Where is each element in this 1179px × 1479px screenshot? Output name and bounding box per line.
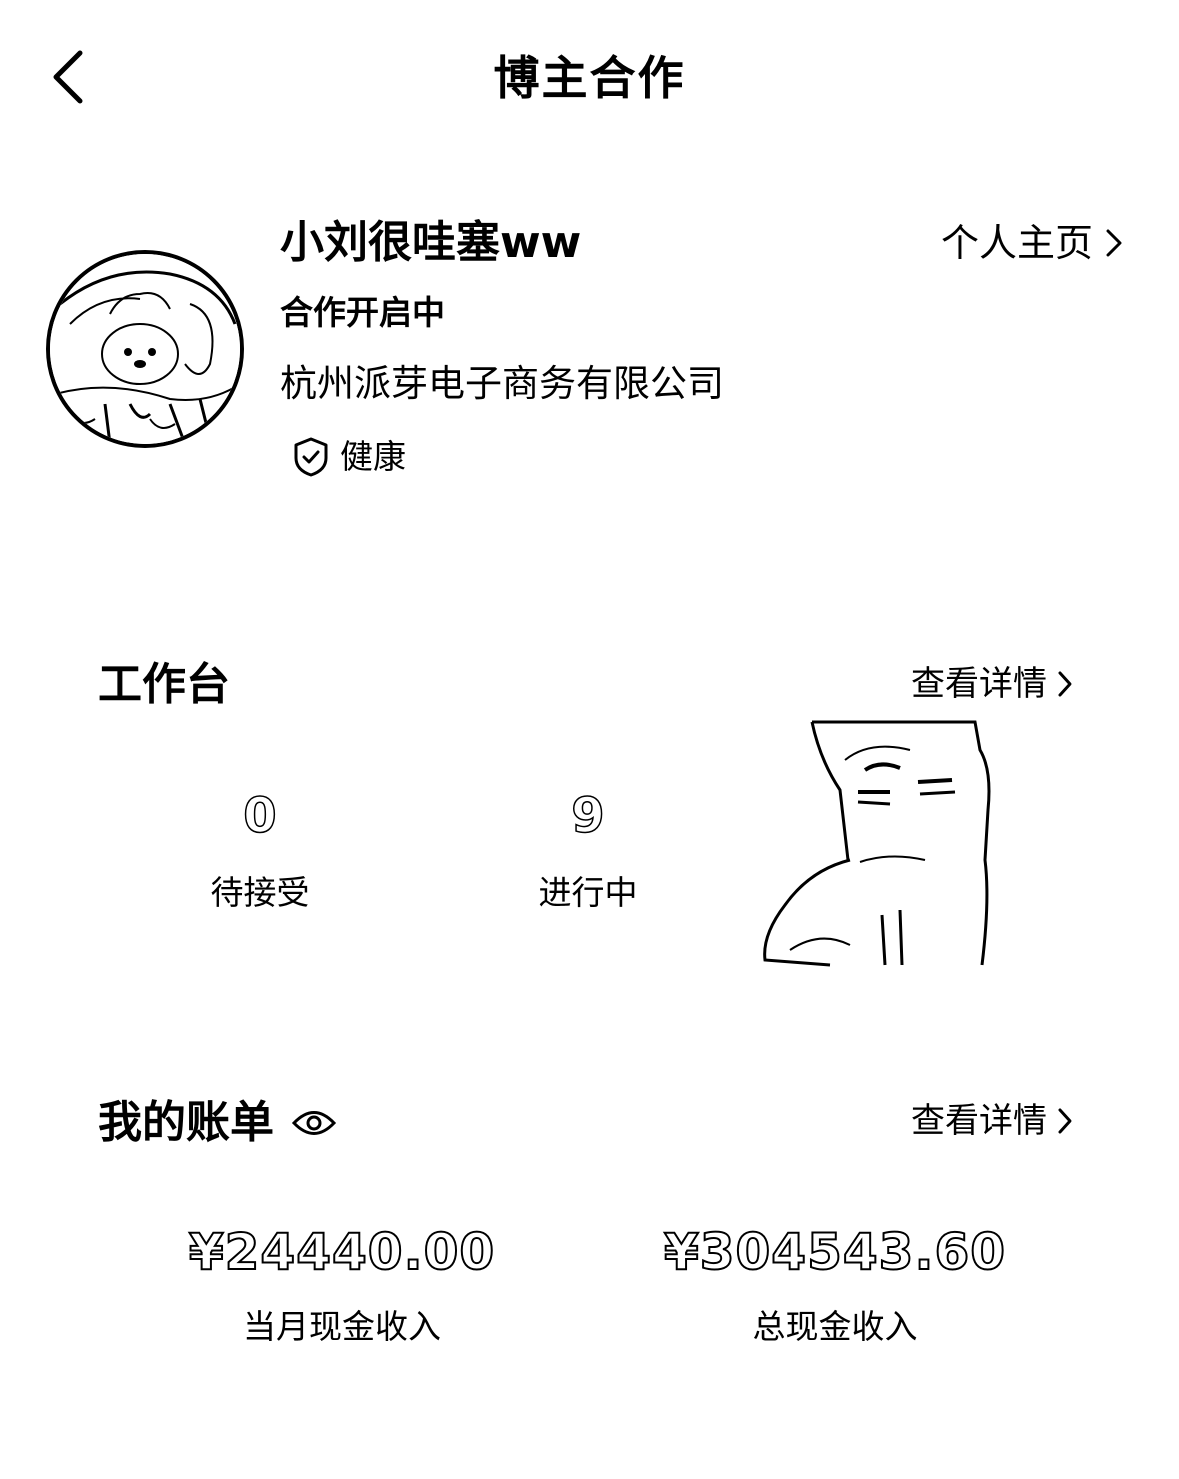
- avatar[interactable]: [46, 250, 244, 448]
- total-income[interactable]: ¥304543.60 总现金收入: [620, 1222, 1050, 1348]
- stat-pending[interactable]: 0 待接受: [160, 787, 360, 914]
- username: 小刘很哇塞ww: [280, 217, 582, 268]
- monthly-income[interactable]: ¥24440.00 当月现金收入: [142, 1222, 542, 1348]
- bills-title: 我的账单: [98, 1097, 274, 1148]
- company-name: 杭州派芽电子商务有限公司: [280, 362, 724, 405]
- shield-check-icon: [294, 437, 328, 477]
- chevron-right-icon: [1058, 1108, 1072, 1134]
- workbench-detail-link[interactable]: 查看详情: [911, 662, 1073, 706]
- stat-in-progress[interactable]: 9 进行中: [488, 787, 688, 914]
- workbench-detail-label: 查看详情: [911, 664, 1047, 704]
- bills-detail-label: 查看详情: [911, 1101, 1047, 1141]
- homepage-link[interactable]: 个人主页: [941, 218, 1123, 268]
- coop-status: 合作开启中: [280, 293, 445, 332]
- page-title: 博主合作: [493, 51, 686, 105]
- stat-in-progress-value: 9: [571, 787, 606, 845]
- bills-header: 我的账单: [98, 1096, 336, 1150]
- avatar-image: [50, 254, 240, 444]
- eye-icon[interactable]: [292, 1108, 336, 1138]
- sticker-image: [760, 720, 1000, 970]
- workbench-title: 工作台: [98, 659, 230, 710]
- monthly-income-value: ¥24440.00: [188, 1222, 496, 1282]
- total-income-value: ¥304543.60: [663, 1222, 1007, 1282]
- total-income-label: 总现金收入: [752, 1307, 918, 1346]
- homepage-link-label: 个人主页: [940, 221, 1093, 265]
- health-badge: 健康: [292, 436, 406, 478]
- chevron-right-icon: [1058, 671, 1072, 697]
- monthly-income-label: 当月现金收入: [243, 1307, 441, 1346]
- health-label: 健康: [340, 437, 406, 476]
- stat-pending-value: 0: [243, 787, 278, 845]
- chevron-right-icon: [1106, 229, 1122, 257]
- bills-detail-link[interactable]: 查看详情: [911, 1099, 1073, 1143]
- stat-pending-label: 待接受: [210, 873, 310, 912]
- stat-in-progress-label: 进行中: [538, 873, 638, 912]
